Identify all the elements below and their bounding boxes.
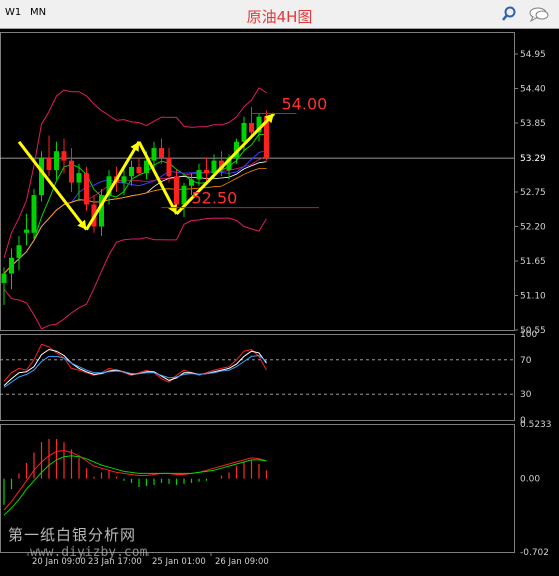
y-tick-label: 53.85: [520, 119, 546, 129]
current-price-label: 53.29: [520, 154, 546, 164]
y-tick-label: 54.95: [520, 50, 546, 60]
search-icon[interactable]: [500, 5, 518, 23]
chat-icon[interactable]: [528, 5, 549, 23]
stoch-tick-label: 30: [520, 390, 532, 400]
candle-body: [174, 176, 179, 205]
macd-signal-line: [3, 449, 267, 511]
timeframe-toolbar: W1 MN 原油4H图: [0, 0, 559, 29]
candle-body: [241, 122, 247, 142]
candle-body: [31, 195, 37, 233]
watermark-text: 第一纸白银分析网: [8, 526, 137, 544]
x-tick-label: 25 Jan 01:00: [152, 557, 206, 567]
y-tick-label: 54.40: [520, 84, 546, 94]
candle-body: [84, 173, 89, 205]
y-tick-label: 52.75: [520, 188, 546, 198]
watermark-url: www.diyizby.com: [30, 545, 148, 560]
candle-body: [39, 157, 44, 196]
candle-body: [181, 185, 187, 205]
stoch-tick-label: 100: [520, 330, 537, 340]
macd-tick-label: -0.702: [520, 548, 549, 558]
timeframe-mn-button[interactable]: MN: [30, 7, 46, 18]
candle-body: [249, 122, 254, 133]
macd-tick-label: 0.00: [520, 475, 540, 485]
candle-body: [189, 179, 194, 186]
x-tick-label: 26 Jan 09:00: [215, 557, 269, 567]
candle-body: [24, 229, 29, 233]
y-tick-label: 51.65: [520, 257, 546, 267]
level-label: 54.00: [282, 95, 328, 114]
candle-body: [54, 151, 59, 171]
bollinger-lower-line: [3, 217, 267, 330]
candle-body: [76, 173, 82, 183]
timeframe-w1-button[interactable]: W1: [5, 7, 21, 18]
y-tick-label: 51.10: [520, 291, 546, 301]
panel-frame-1: [0, 334, 515, 421]
candle-body: [211, 160, 217, 174]
chart-title: 原油4H图: [246, 8, 313, 26]
candle-body: [136, 166, 142, 174]
candle-body: [151, 148, 157, 161]
stoch-line-2: [3, 354, 267, 388]
candle-body: [121, 176, 127, 183]
candle-body: [166, 157, 172, 177]
candle-body: [204, 170, 209, 174]
macd-tick-label: 0.5233: [520, 420, 552, 430]
candle-body: [9, 257, 14, 274]
candle-body: [129, 166, 134, 177]
candle-body: [16, 245, 22, 258]
stoch-line-0: [3, 343, 267, 383]
zigzag-arrow-segment: [17, 140, 88, 231]
candle-body: [46, 157, 52, 171]
candle-body: [61, 151, 67, 161]
level-label: 52.50: [192, 189, 238, 208]
candle-body: [159, 148, 164, 158]
candle-body: [1, 273, 7, 283]
y-tick-label: 52.20: [520, 222, 546, 232]
candle-body: [69, 160, 74, 183]
candlestick-chart: 54.95 54.40 53.85 53.29 52.75 52.20 51.65 51.10…: [0, 32, 555, 567]
stoch-tick-label: 70: [520, 356, 532, 366]
candle-body: [196, 170, 202, 180]
